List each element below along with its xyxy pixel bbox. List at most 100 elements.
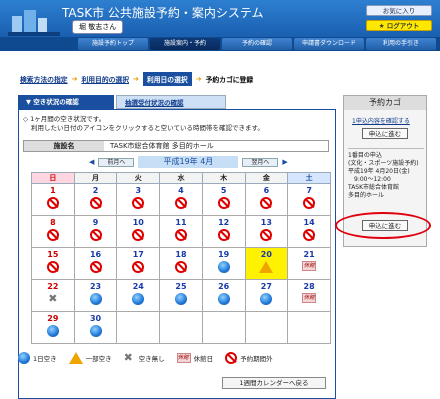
facility-row: 施設名 TASK市総合体育館 多目的ホール: [23, 140, 329, 152]
day-number: 14: [303, 218, 315, 227]
available-icon[interactable]: [260, 293, 273, 305]
available-icon[interactable]: [132, 293, 145, 305]
day-number: 23: [89, 282, 102, 291]
out-of-period-icon: [132, 229, 145, 241]
nav-item-facility[interactable]: 施設案内・予約: [150, 38, 220, 50]
logout-button[interactable]: ★ ログアウト: [366, 20, 432, 31]
check-content-link[interactable]: 1申込内容を確認する: [352, 116, 410, 125]
tab-lottery[interactable]: 抽選受付状況の確認: [116, 95, 226, 109]
calendar-week: 22 ✖ 23 24 25 26 27 28 休館: [31, 279, 331, 312]
out-of-period-icon: [260, 229, 273, 241]
day-number: 6: [263, 186, 270, 195]
cart-item-room: 多目的ホール: [348, 192, 385, 199]
calendar-day[interactable]: 19: [201, 247, 246, 280]
out-of-period-icon: [46, 197, 59, 209]
breadcrumb-step3: 利用日の選択: [142, 72, 192, 86]
nav-item-download[interactable]: 申請書ダウンロード: [294, 38, 364, 50]
day-number: 7: [306, 186, 312, 195]
out-of-period-icon: [225, 352, 238, 364]
next-month-button[interactable]: 翌月へ: [242, 157, 279, 167]
calendar-week: 8 9 10 11 12 13 14: [31, 215, 331, 248]
calendar-day[interactable]: 29: [31, 311, 75, 344]
legend-no-label: 予約期間外: [240, 355, 273, 363]
day-number: 25: [175, 282, 187, 291]
calendar-day: 1: [31, 183, 75, 216]
facility-value: TASK市総合体育館 多目的ホール: [110, 142, 214, 150]
breadcrumb-step2[interactable]: 利用目的の選択: [81, 74, 129, 84]
apply-button[interactable]: 申込に進む: [362, 128, 408, 139]
app-title: TASK市 公共施設予約・案内システム: [62, 6, 264, 20]
calendar-day[interactable]: 30: [73, 311, 118, 344]
calendar-day: [287, 311, 331, 344]
calendar-day[interactable]: 20: [244, 247, 289, 280]
info-line2: 利用したい日付のアイコンをクリックすると空いている時間帯を確認できます。: [31, 124, 264, 132]
out-of-period-icon: [174, 261, 187, 273]
nav-item-guide[interactable]: 利用の手引き: [366, 38, 436, 50]
available-icon[interactable]: [89, 293, 102, 305]
out-of-period-icon: [217, 229, 230, 241]
day-number: 11: [175, 218, 187, 227]
calendar-day[interactable]: 24: [116, 279, 161, 312]
cart-item-title: 1番目の申込: [348, 152, 382, 159]
weekday-sat: 土: [287, 172, 331, 184]
arrow-icon: ➜: [71, 75, 78, 83]
calendar-day[interactable]: 25: [159, 279, 203, 312]
weekday-row: 日 月 火 水 木 金 土: [31, 172, 331, 184]
calendar-day: [201, 311, 246, 344]
out-of-period-icon: [132, 197, 145, 209]
cart-item-date: 平成19年 4月20日(金): [348, 168, 410, 175]
calendar-day: 17: [116, 247, 161, 280]
day-number: 8: [50, 218, 56, 227]
header: TASK市 公共施設予約・案内システム 堀 敬志さん お気に入り ★ ログアウト: [0, 0, 440, 37]
out-of-period-icon: [174, 197, 187, 209]
out-of-period-icon: [303, 229, 316, 241]
full-icon: ✖: [123, 351, 133, 364]
weekday-mon: 月: [73, 172, 118, 184]
out-of-period-icon: [89, 229, 102, 241]
info-text: ◇ 1ヶ月間の空き状況です。 利用したい日付のアイコンをクリックすると空いている…: [23, 115, 323, 133]
favorites-button[interactable]: お気に入り: [366, 5, 432, 16]
calendar-day: 15: [31, 247, 75, 280]
calendar-day: 13: [244, 215, 289, 248]
available-icon[interactable]: [217, 293, 230, 305]
available-icon[interactable]: [89, 325, 102, 337]
calendar-day: 21 休館: [287, 247, 331, 280]
out-of-period-icon: [260, 197, 273, 209]
calendar-day: 12: [201, 215, 246, 248]
facility-label: 施設名: [24, 141, 104, 151]
legend-x-label: 空き無し: [138, 355, 165, 363]
out-of-period-icon: [89, 261, 102, 273]
day-number: 16: [89, 250, 102, 259]
calendar-day[interactable]: 26: [201, 279, 246, 312]
nav-item-top[interactable]: 施設予約トップ: [78, 38, 148, 50]
available-icon[interactable]: [174, 293, 187, 305]
calendar-day: [159, 311, 203, 344]
breadcrumb-step4: 予約カゴに登録: [205, 76, 254, 84]
out-of-period-icon: [46, 261, 59, 273]
nav-item-confirm[interactable]: 予約の確認: [222, 38, 292, 50]
cart-item: 1番目の申込 (文化・スポーツ施設予約) 平成19年 4月20日(金) 9:00…: [348, 148, 424, 216]
calendar-day[interactable]: 23: [73, 279, 118, 312]
available-icon[interactable]: [217, 261, 230, 273]
breadcrumb-step1[interactable]: 検索方法の指定: [20, 74, 68, 84]
cart-title: 予約カゴ: [344, 96, 426, 110]
available-icon[interactable]: [46, 325, 59, 337]
calendar-day[interactable]: 27: [244, 279, 289, 312]
prev-month-button[interactable]: 前月へ: [98, 157, 135, 167]
partial-icon[interactable]: [259, 261, 274, 273]
out-of-period-icon: [174, 229, 187, 241]
month-navigation: ◀ 前月へ 平成19年 4月 翌月へ ▶: [89, 156, 288, 168]
tab-availability[interactable]: ▼ 空き状況の確認: [18, 95, 114, 109]
out-of-period-icon: [46, 229, 59, 241]
day-number: 13: [260, 218, 272, 227]
out-of-period-icon: [217, 197, 230, 209]
breadcrumb: 検索方法の指定 ➜ 利用目的の選択 ➜ 利用日の選択 ➜ 予約カゴに登録: [20, 72, 253, 86]
day-number: 2: [92, 186, 99, 195]
day-number: 30: [89, 314, 102, 323]
closed-icon: 休館: [302, 261, 317, 271]
day-number: [246, 314, 288, 324]
back-to-week-button[interactable]: 1週間カレンダーへ戻る: [222, 377, 326, 389]
arrow-icon: ➜: [195, 75, 202, 83]
calendar-week: 15 16 17 18 19 20 21 休館: [31, 247, 331, 280]
day-number: 19: [218, 250, 230, 259]
